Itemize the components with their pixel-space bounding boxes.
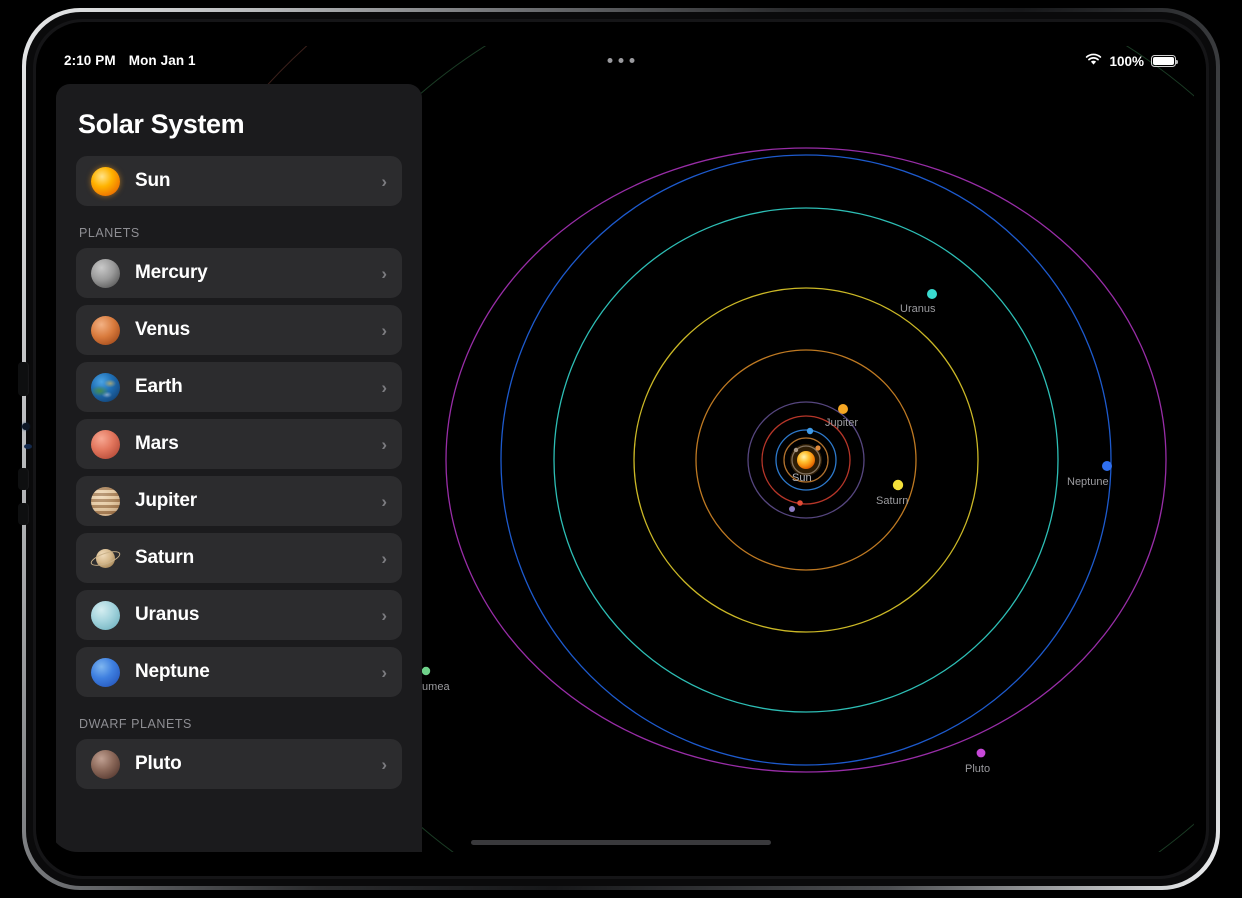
sidebar-item-jupiter[interactable]: Jupiter › [76, 476, 402, 526]
sidebar-item-label: Mercury [135, 262, 208, 283]
section-header-planets: PLANETS [79, 226, 140, 240]
jupiter-icon [91, 486, 120, 516]
orbit-label-pluto: Pluto [965, 763, 990, 775]
volume-down-button[interactable] [18, 503, 29, 525]
volume-up-button[interactable] [18, 468, 29, 490]
chevron-right-icon: › [381, 320, 387, 340]
planet-dot-pluto[interactable] [976, 748, 986, 758]
sidebar-item-venus[interactable]: Venus › [76, 305, 402, 355]
orbit-label-jupiter: Jupiter [825, 417, 858, 429]
earth-icon [91, 372, 120, 402]
sidebar-item-label: Saturn [135, 547, 194, 568]
chevron-right-icon: › [381, 491, 387, 511]
front-camera-icon [22, 423, 29, 430]
orbit-label-saturn: Saturn [876, 495, 908, 507]
planet-dot-saturn[interactable] [892, 479, 904, 491]
chevron-right-icon: › [381, 662, 387, 682]
sidebar-item-label: Mars [135, 433, 179, 454]
pluto-icon [91, 749, 120, 779]
sidebar: Solar System Sun › PLANETS Mercury › Venus › Ea… [56, 84, 422, 852]
chevron-right-icon: › [381, 263, 387, 283]
sidebar-item-mars[interactable]: Mars › [76, 419, 402, 469]
chevron-right-icon: › [381, 434, 387, 454]
power-button[interactable] [18, 362, 29, 396]
uranus-icon [91, 600, 120, 630]
sidebar-item-pluto[interactable]: Pluto › [76, 739, 402, 789]
planet-dot-jupiter[interactable] [838, 404, 848, 414]
saturn-icon [89, 544, 122, 573]
planet-dot-mars[interactable] [797, 500, 803, 506]
sidebar-item-label: Neptune [135, 661, 210, 682]
chevron-right-icon: › [381, 377, 387, 397]
sidebar-item-saturn[interactable]: Saturn › [76, 533, 402, 583]
orbit-label-neptune: Neptune [1067, 476, 1109, 488]
page-title: Solar System [78, 109, 245, 139]
sidebar-item-label: Uranus [135, 604, 200, 625]
sidebar-item-label: Earth [135, 376, 183, 397]
sidebar-item-mercury[interactable]: Mercury › [76, 248, 402, 298]
sun-body[interactable] [797, 451, 815, 469]
ipad-screen: Jupiter Saturn Uranus Neptune Pluto Haumea Su… [48, 46, 1194, 852]
orbit-label-sun: Sun [792, 472, 812, 484]
home-indicator[interactable] [471, 840, 771, 845]
sidebar-list: Sun › PLANETS Mercury › Venus › Earth › Mars › Jupi… [76, 156, 402, 789]
mars-icon [91, 429, 120, 459]
sidebar-item-label: Jupiter [135, 490, 197, 511]
sidebar-item-uranus[interactable]: Uranus › [76, 590, 402, 640]
planet-dot-earth[interactable] [806, 427, 814, 435]
sun-body-group: Sun [790, 444, 822, 484]
sun-icon [91, 166, 120, 196]
neptune-icon [91, 657, 120, 687]
mercury-icon [91, 258, 120, 288]
sidebar-item-earth[interactable]: Earth › [76, 362, 402, 412]
chevron-right-icon: › [381, 605, 387, 625]
sidebar-item-sun[interactable]: Sun › [76, 156, 402, 206]
sensor-icon [24, 444, 32, 449]
sidebar-item-neptune[interactable]: Neptune › [76, 647, 402, 697]
sidebar-scroll-area[interactable]: Solar System Sun › PLANETS Mercury › Venus › Ea… [56, 84, 422, 852]
chevron-right-icon: › [381, 171, 387, 191]
orbit-bodies-group [421, 289, 1112, 758]
planet-dot-haumea[interactable] [421, 666, 431, 676]
planet-dot-neptune[interactable] [1102, 461, 1112, 471]
chevron-right-icon: › [381, 548, 387, 568]
section-header-dwarf-planets: DWARF PLANETS [79, 717, 192, 731]
sidebar-item-label: Sun [135, 170, 171, 191]
sidebar-item-label: Pluto [135, 753, 182, 774]
venus-icon [91, 315, 120, 345]
chevron-right-icon: › [381, 754, 387, 774]
sidebar-item-label: Venus [135, 319, 190, 340]
planet-dot-moon-orbit[interactable] [789, 506, 795, 512]
planet-dot-uranus[interactable] [927, 289, 937, 299]
orbit-label-uranus: Uranus [900, 303, 936, 315]
